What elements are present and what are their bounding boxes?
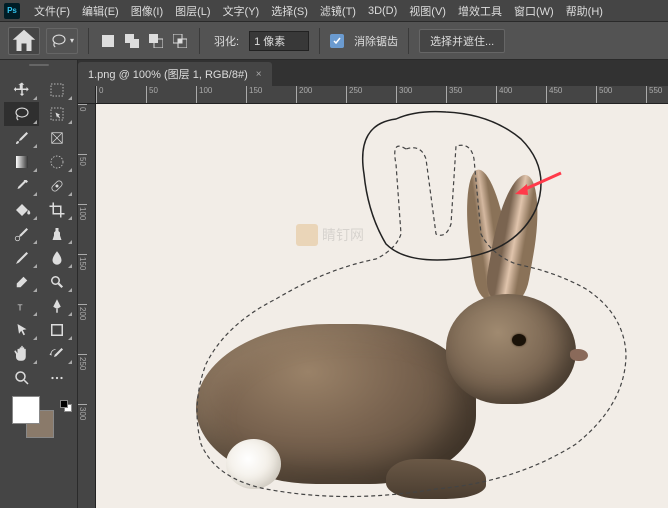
eyedropper-tool[interactable]: [4, 174, 39, 198]
document-tab-title: 1.png @ 100% (图层 1, RGB/8#): [88, 66, 248, 82]
color-swatches[interactable]: [12, 396, 62, 446]
menu-select[interactable]: 选择(S): [265, 3, 314, 19]
default-colors-icon[interactable]: [60, 400, 72, 412]
menu-type[interactable]: 文字(Y): [217, 3, 266, 19]
blur-tool[interactable]: [39, 246, 74, 270]
eraser-tool[interactable]: [4, 270, 39, 294]
svg-text:T: T: [17, 304, 22, 313]
lasso-path: [96, 104, 668, 508]
close-tab-icon[interactable]: ×: [256, 69, 262, 80]
clone-tool[interactable]: [39, 222, 74, 246]
horizontal-ruler[interactable]: 050100150200250300350400450500550: [96, 86, 668, 104]
subtract-selection-icon[interactable]: [149, 34, 163, 48]
marquee-tool[interactable]: [39, 78, 74, 102]
document-tab-bar: 1.png @ 100% (图层 1, RGB/8#) ×: [0, 60, 668, 86]
menu-view[interactable]: 视图(V): [403, 3, 452, 19]
menu-image[interactable]: 图像(I): [125, 3, 169, 19]
menu-window[interactable]: 窗口(W): [508, 3, 560, 19]
hand-tool[interactable]: [4, 342, 39, 366]
lasso-tool[interactable]: [4, 102, 39, 126]
add-selection-icon[interactable]: [125, 34, 139, 48]
menu-filter[interactable]: 滤镜(T): [314, 3, 362, 19]
foreground-color-swatch[interactable]: [12, 396, 40, 424]
move-tool[interactable]: [4, 78, 39, 102]
menu-3d[interactable]: 3D(D): [362, 5, 403, 17]
canvas-area: 050100150200250300350400450500550 050100…: [78, 86, 668, 508]
new-selection-icon[interactable]: [101, 34, 115, 48]
ruler-origin[interactable]: [78, 86, 96, 104]
tools-panel: T: [0, 60, 78, 508]
menu-edit[interactable]: 编辑(E): [76, 3, 125, 19]
pen-tool[interactable]: [39, 294, 74, 318]
brush-tool[interactable]: [4, 126, 39, 150]
text-tool[interactable]: T: [4, 294, 39, 318]
frame-tool[interactable]: [39, 126, 74, 150]
antialias-checkbox[interactable]: [330, 34, 344, 48]
shape-tool[interactable]: [39, 318, 74, 342]
crop-tool[interactable]: [39, 198, 74, 222]
menu-plugins[interactable]: 增效工具: [452, 3, 508, 19]
dodge-tool[interactable]: [39, 270, 74, 294]
gradient-tool[interactable]: [4, 150, 39, 174]
current-tool-lasso-icon[interactable]: ▾: [46, 28, 78, 54]
object-select-tool[interactable]: [39, 102, 74, 126]
paint-bucket-tool[interactable]: [4, 198, 39, 222]
vertical-ruler[interactable]: 050100150200250300: [78, 104, 96, 508]
pencil-tool[interactable]: [4, 246, 39, 270]
select-and-mask-button[interactable]: 选择并遮住...: [419, 29, 505, 53]
canvas[interactable]: 睛钉网: [96, 104, 668, 508]
path-select-tool[interactable]: [4, 318, 39, 342]
antialias-label: 消除锯齿: [354, 33, 398, 49]
healing-tool[interactable]: [39, 174, 74, 198]
menu-layer[interactable]: 图层(L): [169, 3, 216, 19]
more-tools[interactable]: [39, 366, 74, 390]
menu-help[interactable]: 帮助(H): [560, 3, 609, 19]
zoom-tool[interactable]: [4, 366, 39, 390]
marquee-ellipse-tool[interactable]: [39, 150, 74, 174]
app-logo: Ps: [4, 3, 20, 19]
annotation-arrow: [513, 169, 563, 202]
intersect-selection-icon[interactable]: [173, 34, 187, 48]
spot-heal-tool[interactable]: [4, 222, 39, 246]
menu-file[interactable]: 文件(F): [28, 3, 76, 19]
document-tab[interactable]: 1.png @ 100% (图层 1, RGB/8#) ×: [78, 62, 272, 86]
history-brush-tool[interactable]: [39, 342, 74, 366]
feather-label: 羽化:: [214, 33, 239, 49]
feather-input[interactable]: [249, 31, 309, 51]
menu-bar: Ps 文件(F) 编辑(E) 图像(I) 图层(L) 文字(Y) 选择(S) 滤…: [0, 0, 668, 22]
options-bar: ▾ 羽化: 消除锯齿 选择并遮住...: [0, 22, 668, 60]
home-button[interactable]: [8, 27, 40, 55]
